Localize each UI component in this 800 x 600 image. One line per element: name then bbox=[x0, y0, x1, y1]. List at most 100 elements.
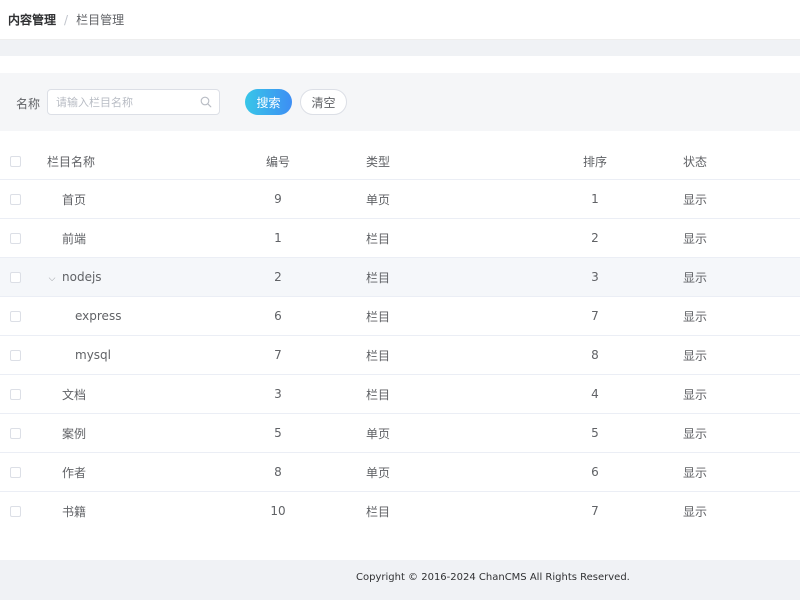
row-sort: 3 bbox=[591, 270, 599, 284]
row-type: 栏目 bbox=[366, 348, 391, 363]
row-checkbox[interactable] bbox=[10, 310, 21, 322]
row-checkbox-cell bbox=[10, 336, 24, 374]
row-type: 栏目 bbox=[366, 270, 391, 285]
search-input-wrapper bbox=[47, 89, 220, 115]
row-type: 栏目 bbox=[366, 231, 391, 246]
row-checkbox[interactable] bbox=[10, 193, 21, 205]
row-name: 书籍 bbox=[62, 504, 87, 519]
row-id: 3 bbox=[274, 387, 282, 401]
row-status: 显示 bbox=[683, 192, 708, 207]
row-type: 栏目 bbox=[366, 309, 391, 324]
row-checkbox[interactable] bbox=[10, 466, 21, 478]
row-sort: 2 bbox=[591, 231, 599, 245]
row-name: nodejs bbox=[62, 270, 102, 284]
row-checkbox[interactable] bbox=[10, 232, 21, 244]
table-row[interactable]: 书籍 10 栏目 7 显示 bbox=[0, 492, 800, 531]
table-row[interactable]: express 6 栏目 7 显示 bbox=[0, 297, 800, 336]
search-panel: 名称 搜索 清空 bbox=[0, 73, 800, 131]
table-row[interactable]: 作者 8 单页 6 显示 bbox=[0, 453, 800, 492]
row-name-cell: ⌵ nodejs bbox=[47, 258, 227, 296]
row-sort: 4 bbox=[591, 387, 599, 401]
column-header-name: 栏目名称 bbox=[47, 155, 96, 169]
row-status: 显示 bbox=[683, 504, 708, 519]
row-name: 首页 bbox=[62, 192, 87, 207]
column-header-status: 状态 bbox=[683, 155, 708, 169]
column-header-sort: 排序 bbox=[582, 155, 607, 169]
search-icon[interactable] bbox=[200, 96, 212, 108]
category-table: 栏目名称 编号 类型 排序 状态 首页 9 单页 1 显示 前端 1 栏目 2 显示 ⌵ nodejs… bbox=[0, 144, 800, 531]
table-row[interactable]: ⌵ nodejs 2 栏目 3 显示 bbox=[0, 258, 800, 297]
row-checkbox[interactable] bbox=[10, 388, 21, 400]
row-status: 显示 bbox=[683, 270, 708, 285]
table-row[interactable]: 案例 5 单页 5 显示 bbox=[0, 414, 800, 453]
row-id: 9 bbox=[274, 192, 282, 206]
row-type: 单页 bbox=[366, 426, 391, 441]
column-header-type: 类型 bbox=[366, 155, 391, 169]
search-label: 名称 bbox=[16, 97, 41, 111]
row-name: express bbox=[75, 309, 122, 323]
row-sort: 7 bbox=[591, 504, 599, 518]
row-name: 案例 bbox=[62, 426, 87, 441]
row-checkbox-cell bbox=[10, 375, 24, 413]
search-button[interactable]: 搜索 bbox=[245, 89, 292, 115]
row-id: 6 bbox=[274, 309, 282, 323]
row-sort: 1 bbox=[591, 192, 599, 206]
table-row[interactable]: mysql 7 栏目 8 显示 bbox=[0, 336, 800, 375]
row-name-cell: 首页 bbox=[47, 180, 227, 218]
row-name-cell: mysql bbox=[47, 336, 227, 374]
row-checkbox[interactable] bbox=[10, 427, 21, 439]
table-row[interactable]: 文档 3 栏目 4 显示 bbox=[0, 375, 800, 414]
content-bottom-gap bbox=[0, 527, 800, 560]
row-status: 显示 bbox=[683, 465, 708, 480]
row-checkbox-cell bbox=[10, 492, 24, 530]
breadcrumb-separator: / bbox=[64, 12, 69, 27]
row-status: 显示 bbox=[683, 387, 708, 402]
row-checkbox-cell bbox=[10, 297, 24, 335]
row-id: 10 bbox=[270, 504, 286, 518]
row-type: 栏目 bbox=[366, 387, 391, 402]
row-status: 显示 bbox=[683, 231, 708, 246]
row-id: 7 bbox=[274, 348, 282, 362]
footer: Copyright © 2016-2024 ChanCMS All Rights… bbox=[0, 560, 800, 600]
page-background-strip bbox=[0, 40, 800, 56]
row-name: 前端 bbox=[62, 231, 87, 246]
table-body: 首页 9 单页 1 显示 前端 1 栏目 2 显示 ⌵ nodejs 2 栏目 3 显示 express 6 栏目 7… bbox=[0, 180, 800, 531]
row-checkbox[interactable] bbox=[10, 349, 21, 361]
row-name: 作者 bbox=[62, 465, 87, 480]
row-checkbox[interactable] bbox=[10, 271, 21, 283]
table-header-row: 栏目名称 编号 类型 排序 状态 bbox=[0, 144, 800, 180]
row-name-cell: 前端 bbox=[47, 219, 227, 257]
column-header-id: 编号 bbox=[265, 155, 290, 169]
clear-button[interactable]: 清空 bbox=[300, 89, 347, 115]
row-checkbox-cell bbox=[10, 453, 24, 491]
row-id: 5 bbox=[274, 426, 282, 440]
row-type: 栏目 bbox=[366, 504, 391, 519]
breadcrumb-current: 栏目管理 bbox=[76, 13, 125, 27]
row-name-cell: 作者 bbox=[47, 453, 227, 491]
row-id: 2 bbox=[274, 270, 282, 284]
row-id: 1 bbox=[274, 231, 282, 245]
row-type: 单页 bbox=[366, 465, 391, 480]
breadcrumb-parent[interactable]: 内容管理 bbox=[8, 11, 56, 28]
expand-chevron-icon[interactable]: ⌵ bbox=[47, 274, 57, 284]
row-checkbox[interactable] bbox=[10, 505, 21, 517]
row-name-cell: 书籍 bbox=[47, 492, 227, 530]
row-name-cell: 案例 bbox=[47, 414, 227, 452]
row-checkbox-cell bbox=[10, 258, 24, 296]
row-status: 显示 bbox=[683, 309, 708, 324]
row-type: 单页 bbox=[366, 192, 391, 207]
table-row[interactable]: 首页 9 单页 1 显示 bbox=[0, 180, 800, 219]
row-name-cell: express bbox=[47, 297, 227, 335]
content-top-gap bbox=[0, 56, 800, 73]
row-checkbox-cell bbox=[10, 219, 24, 257]
row-id: 8 bbox=[274, 465, 282, 479]
row-checkbox-cell bbox=[10, 414, 24, 452]
row-name: mysql bbox=[75, 348, 111, 362]
copyright-text: Copyright © 2016-2024 ChanCMS All Rights… bbox=[356, 572, 630, 583]
row-sort: 8 bbox=[591, 348, 599, 362]
row-status: 显示 bbox=[683, 348, 708, 363]
search-input[interactable] bbox=[48, 90, 198, 114]
select-all-checkbox[interactable] bbox=[10, 156, 21, 167]
row-sort: 5 bbox=[591, 426, 599, 440]
table-row[interactable]: 前端 1 栏目 2 显示 bbox=[0, 219, 800, 258]
